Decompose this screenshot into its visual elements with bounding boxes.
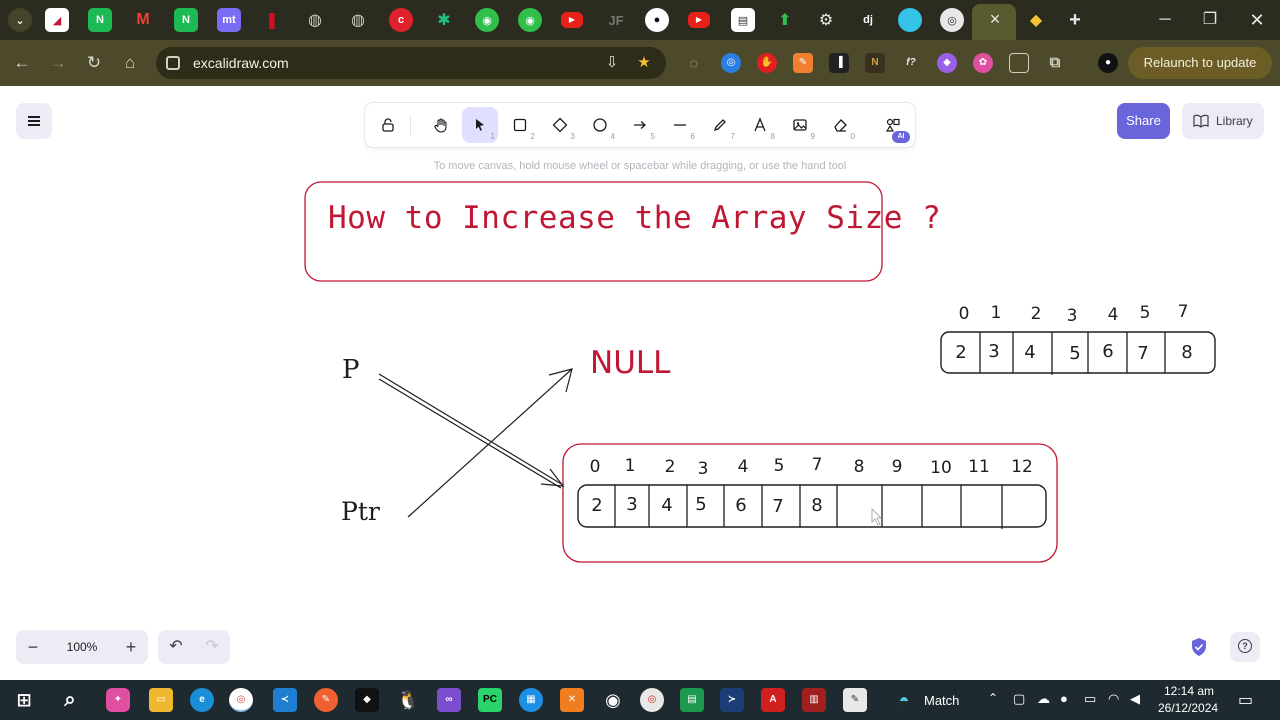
tray-battery-icon[interactable]: ▭: [1084, 691, 1096, 707]
null-label[interactable]: NULL: [590, 345, 670, 381]
old-array-index: 1: [990, 303, 1002, 323]
new-array-value: 4: [661, 495, 673, 516]
old-array-value: 8: [1181, 342, 1193, 363]
taskbar: ⊞ ⌕ ✦ ▭ e ◎ ≺ ✎ ◆ 🐧 ∞ PC ▦ ✕ ◉ ◎ ▤ ≻ A ▥…: [0, 680, 1280, 720]
new-array-index: 9: [891, 457, 903, 477]
tray-volume-icon[interactable]: ◀: [1130, 691, 1140, 707]
ptr-to-null-arrow[interactable]: [407, 368, 573, 518]
chrome-taskbar-icon[interactable]: ◎: [229, 688, 253, 712]
drawing-title[interactable]: How to Increase the Array Size ?: [328, 200, 941, 236]
postman-icon[interactable]: ✎: [314, 688, 338, 712]
copilot-icon[interactable]: ✦: [106, 688, 130, 712]
zoom-in-button[interactable]: +: [114, 630, 148, 664]
match-label[interactable]: Match: [924, 693, 959, 708]
zoom-out-button[interactable]: −: [16, 630, 50, 664]
pdf-reader-icon[interactable]: A: [761, 688, 785, 712]
new-array-index: 11: [968, 457, 990, 477]
old-array-index: 3: [1066, 306, 1078, 326]
new-array-index: 1: [624, 456, 636, 476]
zoom-level[interactable]: 100%: [50, 630, 114, 664]
new-array-value: 7: [772, 496, 784, 517]
tray-device-icon[interactable]: ▢: [1013, 691, 1025, 707]
docker-icon[interactable]: ▦: [519, 688, 543, 712]
terminal-app-icon[interactable]: ◆: [355, 688, 379, 712]
new-array-value: 6: [735, 495, 747, 516]
ptr-label[interactable]: Ptr: [341, 497, 380, 526]
old-array-value: 5: [1069, 343, 1081, 364]
shield-icon[interactable]: [1189, 637, 1209, 657]
tray-overflow-icon[interactable]: ⌃: [988, 691, 998, 705]
powershell-icon[interactable]: ≻: [720, 688, 744, 712]
old-array-index: 4: [1107, 305, 1119, 325]
new-array-index: 0: [589, 457, 601, 477]
old-array-value: 4: [1024, 342, 1036, 363]
old-array-index: 2: [1030, 304, 1042, 324]
new-array-index: 4: [737, 457, 749, 477]
clock-time[interactable]: 12:14 am: [1164, 684, 1214, 698]
tray-cloud-icon[interactable]: ☁: [1037, 691, 1050, 707]
new-array-index: 7: [811, 455, 823, 475]
cricket-icon[interactable]: ◓: [892, 688, 916, 712]
obs-icon[interactable]: ◉: [601, 688, 625, 712]
new-array-index: 8: [853, 457, 865, 477]
vscode-icon[interactable]: ≺: [273, 688, 297, 712]
old-array-index: 0: [958, 304, 970, 324]
notifications-icon[interactable]: ▭: [1238, 690, 1253, 710]
winrar-icon[interactable]: ▥: [802, 688, 826, 712]
new-array-index: 2: [664, 457, 676, 477]
new-array-index: 10: [930, 458, 952, 478]
old-array-value: 7: [1137, 343, 1149, 364]
p-label[interactable]: P: [342, 355, 360, 385]
notepad-icon[interactable]: ✎: [843, 688, 867, 712]
new-array-index: 5: [773, 456, 785, 476]
help-icon: ?: [1238, 639, 1252, 653]
file-explorer-icon[interactable]: ▭: [149, 688, 173, 712]
help-button[interactable]: ?: [1230, 632, 1260, 662]
visual-studio-icon[interactable]: ∞: [437, 688, 461, 712]
zoom-controls: − 100% +: [16, 630, 148, 664]
new-array-value: 5: [695, 494, 707, 515]
tray-wifi-icon[interactable]: ◠: [1108, 691, 1119, 707]
old-array-value: 3: [988, 341, 1000, 362]
redo-icon[interactable]: ↷: [194, 630, 230, 664]
new-array-value: 3: [626, 494, 638, 515]
linux-penguin-icon[interactable]: 🐧: [396, 688, 420, 712]
windows-start-icon[interactable]: ⊞: [12, 688, 36, 712]
edge-icon[interactable]: e: [190, 688, 214, 712]
clock-date[interactable]: 26/12/2024: [1158, 701, 1218, 715]
undo-icon[interactable]: ↶: [158, 630, 194, 664]
screen: ⌄ ◢ N M N mt ❚ ◍ ◍ c ✱ ◉ ◉ ▶ JF ● ▶ ▤ ⬆ …: [0, 0, 1280, 720]
new-array-index: 12: [1011, 457, 1033, 477]
new-array-index: 3: [697, 459, 709, 479]
old-array-index: 5: [1139, 303, 1151, 323]
old-array-value: 2: [955, 342, 967, 363]
new-array-value: 8: [811, 495, 823, 516]
pycharm-icon[interactable]: PC: [478, 688, 502, 712]
old-array-value: 6: [1102, 341, 1114, 362]
p-to-new-array-arrow[interactable]: [378, 373, 565, 489]
chrome-profile-icon[interactable]: ◎: [640, 688, 664, 712]
excel-icon[interactable]: ▤: [680, 688, 704, 712]
mouse-cursor-icon: [871, 508, 882, 526]
old-array-index: 7: [1177, 302, 1189, 322]
search-icon[interactable]: ⌕: [58, 688, 82, 712]
tray-mic-icon[interactable]: ●: [1060, 691, 1068, 706]
undo-redo-controls: ↶ ↷: [158, 630, 230, 664]
xampp-icon[interactable]: ✕: [560, 688, 584, 712]
new-array-value: 2: [591, 495, 603, 516]
